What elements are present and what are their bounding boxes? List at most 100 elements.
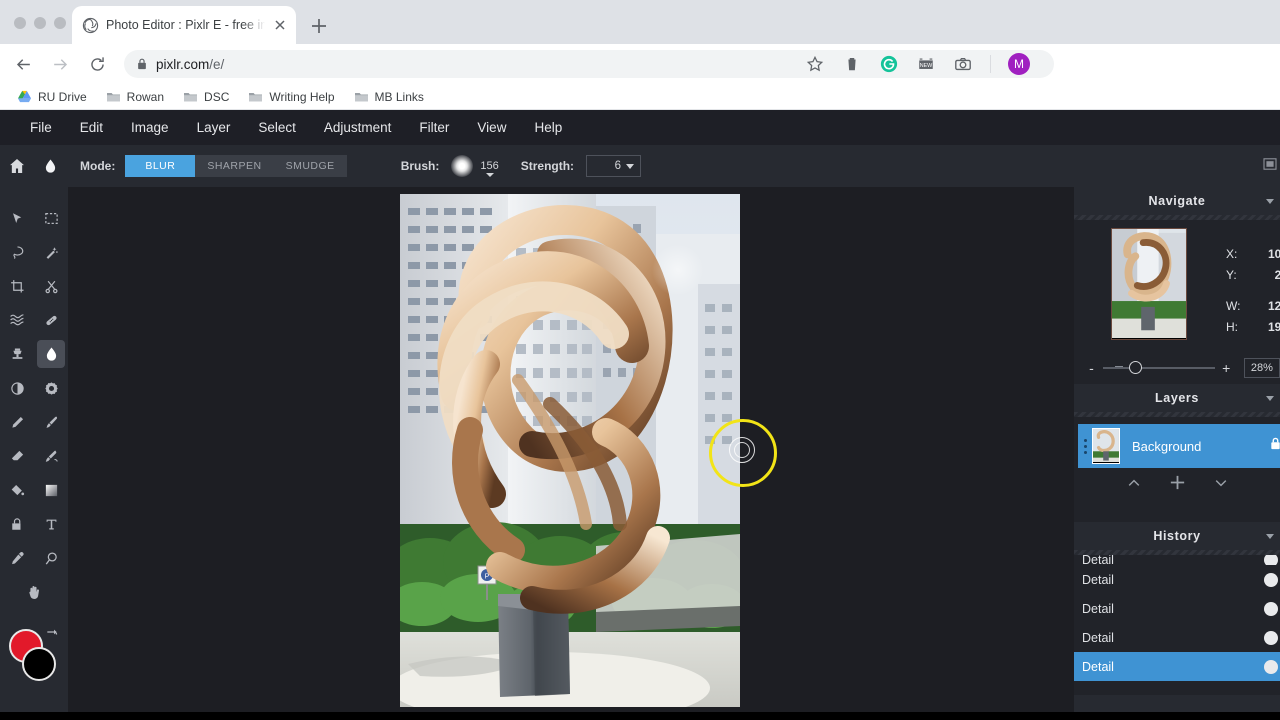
sharpen-gear-icon[interactable] [34, 371, 68, 405]
image-canvas[interactable]: P [400, 194, 740, 707]
arrow-icon[interactable] [0, 201, 34, 235]
mode-smudge-button[interactable]: SMUDGE [273, 155, 347, 177]
menu-view[interactable]: View [463, 110, 520, 145]
brush-preview-icon[interactable] [451, 155, 474, 177]
droplet-icon [34, 158, 66, 175]
text-icon[interactable] [34, 507, 68, 541]
history-item-partial[interactable]: Detail [1074, 555, 1280, 565]
navigator-thumbnail[interactable] [1111, 228, 1187, 340]
history-item-selected[interactable]: Detail [1074, 652, 1280, 681]
blur-droplet-icon[interactable] [34, 337, 68, 371]
menu-adjustment[interactable]: Adjustment [310, 110, 406, 145]
lasso-icon[interactable] [0, 235, 34, 269]
url-bar: pixlr.com/e/ NEW M [0, 44, 1280, 84]
address-input[interactable]: pixlr.com/e/ NEW M [124, 50, 1054, 78]
menu-select[interactable]: Select [244, 110, 310, 145]
chevron-down-icon[interactable] [1266, 396, 1274, 401]
navigate-panel-header[interactable]: Navigate [1074, 187, 1280, 215]
maximize-window-button[interactable] [54, 17, 66, 29]
bookmark-ru-drive[interactable]: RU Drive [10, 88, 94, 106]
clone-stamp-icon[interactable] [0, 337, 34, 371]
paint-bucket-icon[interactable] [0, 473, 34, 507]
liquify-icon[interactable] [0, 303, 34, 337]
drive-icon [17, 90, 32, 103]
close-window-button[interactable] [14, 17, 26, 29]
arrange-panels-icon[interactable] [1262, 156, 1278, 177]
mode-sharpen-button[interactable]: SHARPEN [195, 155, 274, 177]
history-state-icon [1264, 555, 1278, 565]
marquee-select-icon[interactable] [34, 201, 68, 235]
minimize-window-button[interactable] [34, 17, 46, 29]
lock-icon [136, 57, 148, 71]
replace-color-icon[interactable] [34, 439, 68, 473]
new-tab-button[interactable] [308, 15, 330, 37]
history-state-icon [1264, 601, 1278, 616]
bookmark-mb-links[interactable]: MB Links [347, 88, 431, 106]
hand-icon[interactable] [0, 575, 68, 609]
grammarly-icon[interactable] [879, 54, 899, 74]
move-layer-down-icon[interactable] [1213, 475, 1229, 496]
crop-icon[interactable] [0, 269, 34, 303]
shape-icon[interactable] [0, 507, 34, 541]
camera-icon[interactable] [953, 54, 973, 74]
url-text: pixlr.com/e/ [156, 57, 224, 72]
star-icon[interactable] [805, 54, 825, 74]
cutout-scissors-icon[interactable] [34, 269, 68, 303]
menu-filter[interactable]: Filter [405, 110, 463, 145]
lock-icon[interactable] [1269, 436, 1280, 456]
folder-icon [106, 90, 121, 103]
layer-options-icon[interactable] [1078, 438, 1092, 454]
swap-colors-icon[interactable] [44, 627, 59, 647]
magic-wand-icon[interactable] [34, 235, 68, 269]
canvas-workspace[interactable]: P [68, 187, 1074, 720]
back-button[interactable] [8, 49, 38, 79]
zoom-slider-handle[interactable] [1128, 361, 1142, 374]
eraser-icon[interactable] [0, 439, 34, 473]
forward-button[interactable] [45, 49, 75, 79]
menu-image[interactable]: Image [117, 110, 183, 145]
heal-icon[interactable] [34, 303, 68, 337]
browser-tab[interactable]: Photo Editor : Pixlr E - free ima [72, 6, 296, 44]
zoom-level-value[interactable]: 28% [1243, 358, 1280, 378]
home-icon[interactable] [0, 157, 34, 175]
zoom-in-button[interactable]: + [1221, 360, 1232, 376]
layers-panel-header[interactable]: Layers [1074, 384, 1280, 412]
bookmark-rowan[interactable]: Rowan [99, 88, 171, 106]
mode-blur-button[interactable]: BLUR [125, 155, 196, 177]
bookmark-dsc[interactable]: DSC [176, 88, 236, 106]
close-icon[interactable] [272, 17, 288, 33]
avatar[interactable]: M [1008, 53, 1030, 75]
history-item[interactable]: Detail [1074, 594, 1280, 623]
reload-button[interactable] [82, 49, 112, 79]
bookmark-writing-help[interactable]: Writing Help [241, 88, 341, 106]
layer-item-background[interactable]: Background [1078, 424, 1280, 468]
pen-icon[interactable] [0, 405, 34, 439]
history-item[interactable]: Detail [1074, 623, 1280, 652]
history-panel-header[interactable]: History [1074, 522, 1280, 550]
brush-size-value[interactable]: 156 [480, 160, 499, 177]
strength-dropdown[interactable]: 6 [586, 155, 642, 177]
zoom-magnifier-icon[interactable] [34, 541, 68, 575]
history-panel-body[interactable]: Detail Detail Detail Detail Detail [1074, 555, 1280, 695]
menu-layer[interactable]: Layer [183, 110, 245, 145]
tool-list [0, 187, 68, 609]
paint-brush-icon[interactable] [34, 405, 68, 439]
add-layer-icon[interactable] [1168, 473, 1187, 497]
zoom-out-button[interactable]: - [1086, 360, 1097, 376]
eyedropper-icon[interactable] [0, 541, 34, 575]
history-item[interactable]: Detail [1074, 565, 1280, 594]
menu-help[interactable]: Help [520, 110, 576, 145]
chevron-down-icon[interactable] [1266, 199, 1274, 204]
news-icon[interactable]: NEW [916, 54, 936, 74]
background-color-swatch[interactable] [22, 647, 56, 681]
dodge-burn-icon[interactable] [0, 371, 34, 405]
gradient-icon[interactable] [34, 473, 68, 507]
trash-icon[interactable] [842, 54, 862, 74]
zoom-slider[interactable] [1102, 361, 1215, 374]
menu-edit[interactable]: Edit [66, 110, 117, 145]
coord-x: X: 101 [1226, 244, 1280, 265]
menu-file[interactable]: File [16, 110, 66, 145]
move-layer-up-icon[interactable] [1126, 475, 1142, 496]
chevron-down-icon[interactable] [1266, 534, 1274, 539]
window-traffic-lights[interactable] [14, 17, 66, 29]
